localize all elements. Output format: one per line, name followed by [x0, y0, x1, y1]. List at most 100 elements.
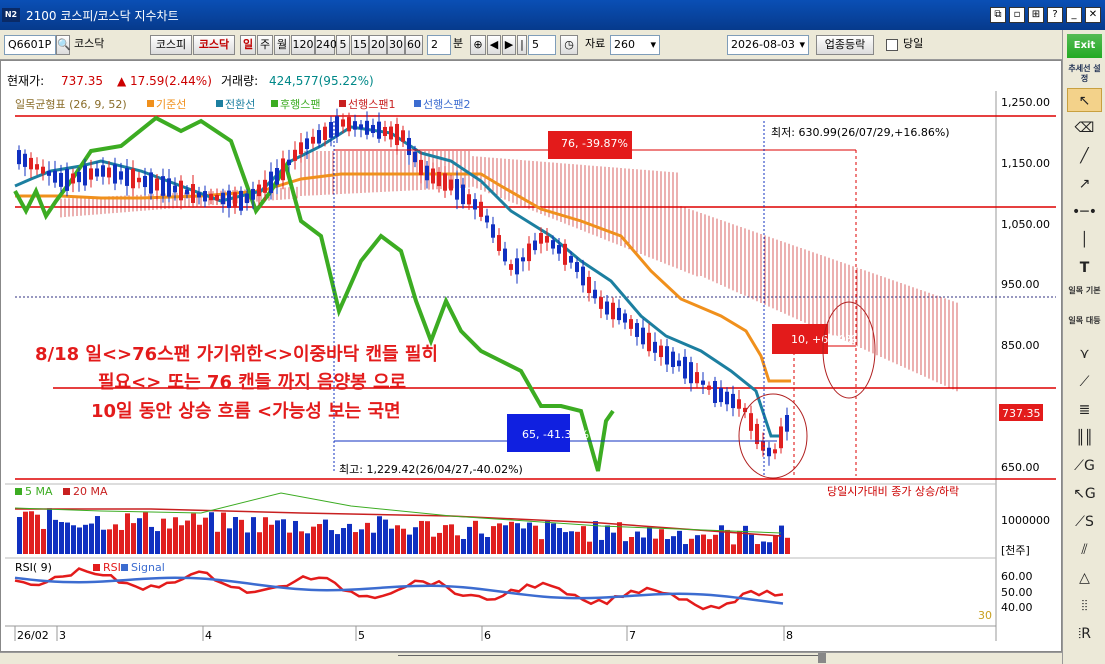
candle-body	[503, 248, 507, 262]
candle-body	[473, 199, 477, 210]
volume-value: 424,577(95.22%)	[269, 74, 374, 88]
gann-fan-icon[interactable]: ↖G	[1067, 482, 1102, 506]
candle-body	[713, 381, 717, 403]
candle-body	[419, 159, 423, 176]
volume-bar	[203, 517, 208, 554]
speed-lines-icon[interactable]: ⟋S	[1067, 510, 1102, 534]
bar-icon[interactable]: |	[517, 35, 527, 55]
period-day[interactable]: 일	[240, 35, 256, 55]
volume-bar	[197, 524, 202, 554]
candle-body	[659, 345, 663, 358]
price-axis-label: 1,150.00	[1001, 157, 1050, 170]
next-arrow-icon[interactable]: ▶	[502, 35, 516, 55]
exit-button[interactable]: Exit	[1067, 34, 1102, 58]
cycle-icon[interactable]: ⦙⦙	[1067, 594, 1102, 618]
today-checkbox[interactable]	[886, 39, 898, 51]
volume-bar	[347, 523, 352, 554]
volume-bar	[167, 528, 172, 554]
volume-bar	[257, 532, 262, 554]
date-select[interactable]: 2026-08-03 ▾	[727, 35, 809, 55]
legend-span1-swatch	[339, 100, 346, 107]
volume-bar	[653, 538, 658, 554]
ichimoku-equal-button[interactable]: 일목 대등	[1067, 316, 1102, 340]
scroll-track[interactable]	[398, 655, 818, 656]
candle-body	[299, 142, 303, 155]
period-240[interactable]: 240	[315, 35, 337, 55]
trendline-settings-button[interactable]: 추세선 설정	[1067, 64, 1102, 88]
fan-icon[interactable]: ⋎	[1067, 342, 1102, 366]
text-icon[interactable]: T	[1067, 256, 1102, 280]
period-week[interactable]: 주	[257, 35, 273, 55]
volume-bar	[449, 524, 454, 554]
volume-bar	[383, 519, 388, 554]
step-input[interactable]: 5	[528, 35, 556, 55]
help-icon[interactable]: ?	[1047, 7, 1063, 23]
volume-bar	[395, 525, 400, 554]
link-icon[interactable]: ⧉	[990, 7, 1006, 23]
candle-body	[245, 193, 249, 204]
triangle-icon[interactable]: △	[1067, 566, 1102, 590]
legend-tenkan-swatch	[216, 100, 223, 107]
sector-button[interactable]: 업종등락	[816, 35, 874, 55]
legend-chikou-swatch	[271, 100, 278, 107]
candle-body	[431, 168, 435, 184]
vertical-line-icon[interactable]: │	[1067, 228, 1102, 252]
period-60[interactable]: 60	[405, 35, 423, 55]
ichimoku-basic-button[interactable]: 일목 기본	[1067, 286, 1102, 310]
scroll-thumb[interactable]	[818, 653, 826, 663]
eraser-icon[interactable]: ⌫	[1067, 116, 1102, 140]
chart-scrollbar[interactable]	[0, 652, 1062, 664]
volume-bar	[491, 526, 496, 554]
clock-icon[interactable]: ◷	[560, 35, 578, 55]
minimize-button[interactable]: _	[1066, 7, 1082, 23]
volume-bar	[503, 525, 508, 554]
zoom-icon[interactable]: ⊕	[470, 35, 486, 55]
candle-body	[251, 188, 255, 200]
candle-body	[197, 192, 201, 198]
data-select[interactable]: 260 ▾	[610, 35, 660, 55]
period-20[interactable]: 20	[369, 35, 387, 55]
period-120[interactable]: 120	[291, 35, 315, 55]
vol-ma20-label: 20 MA	[73, 485, 108, 498]
x-axis-label: 5	[358, 629, 365, 642]
candle-body	[173, 185, 177, 193]
horizontal-line-icon[interactable]: •─•	[1067, 200, 1102, 224]
tab-kosdaq[interactable]: 코스닥	[193, 35, 235, 55]
prev-arrow-icon[interactable]: ◀	[487, 35, 501, 55]
candle-body	[131, 168, 135, 189]
arrow-line-icon[interactable]: ↗	[1067, 172, 1102, 196]
volume-bar	[419, 520, 424, 554]
close-button[interactable]: ✕	[1085, 7, 1101, 23]
candle-body	[575, 262, 579, 272]
restore-icon[interactable]: ▫	[1009, 7, 1025, 23]
search-icon[interactable]: 🔍	[56, 35, 71, 55]
volume-bar	[119, 529, 124, 554]
volume-bar	[365, 522, 370, 554]
code-input[interactable]: Q6601P	[4, 35, 56, 55]
cursor-icon[interactable]: ↖	[1067, 88, 1102, 112]
volume-bar	[17, 517, 22, 554]
fan-lines-icon[interactable]: ⟋	[1067, 370, 1102, 394]
period-5[interactable]: 5	[336, 35, 350, 55]
volume-bar	[59, 522, 64, 554]
fibonacci-icon[interactable]: ≣	[1067, 398, 1102, 422]
ruler-icon[interactable]: ⦙R	[1067, 622, 1102, 646]
candle-body	[137, 177, 141, 183]
count-input[interactable]: 2	[427, 35, 451, 55]
period-15[interactable]: 15	[351, 35, 369, 55]
volume-axis-1m: 1000000	[1001, 514, 1050, 527]
tab-kospi[interactable]: 코스피	[150, 35, 192, 55]
line-icon[interactable]: ╱	[1067, 144, 1102, 168]
chart-area[interactable]: 현재가: 737.35 ▲ 17.59(2.44%) 거래량: 424,577(…	[0, 60, 1062, 652]
volume-bar	[773, 535, 778, 554]
chart-canvas[interactable]: 현재가: 737.35 ▲ 17.59(2.44%) 거래량: 424,577(…	[1, 61, 1061, 651]
gann-icon[interactable]: ⟋G	[1067, 454, 1102, 478]
vertical-bars-icon[interactable]: ║║	[1067, 426, 1102, 450]
pin-icon[interactable]: ⊞	[1028, 7, 1044, 23]
parallel-lines-icon[interactable]: ⫽	[1067, 538, 1102, 562]
candle-body	[581, 266, 585, 286]
candle-body	[371, 124, 375, 134]
volume-bar	[239, 519, 244, 554]
period-30[interactable]: 30	[387, 35, 405, 55]
period-month[interactable]: 월	[274, 35, 290, 55]
